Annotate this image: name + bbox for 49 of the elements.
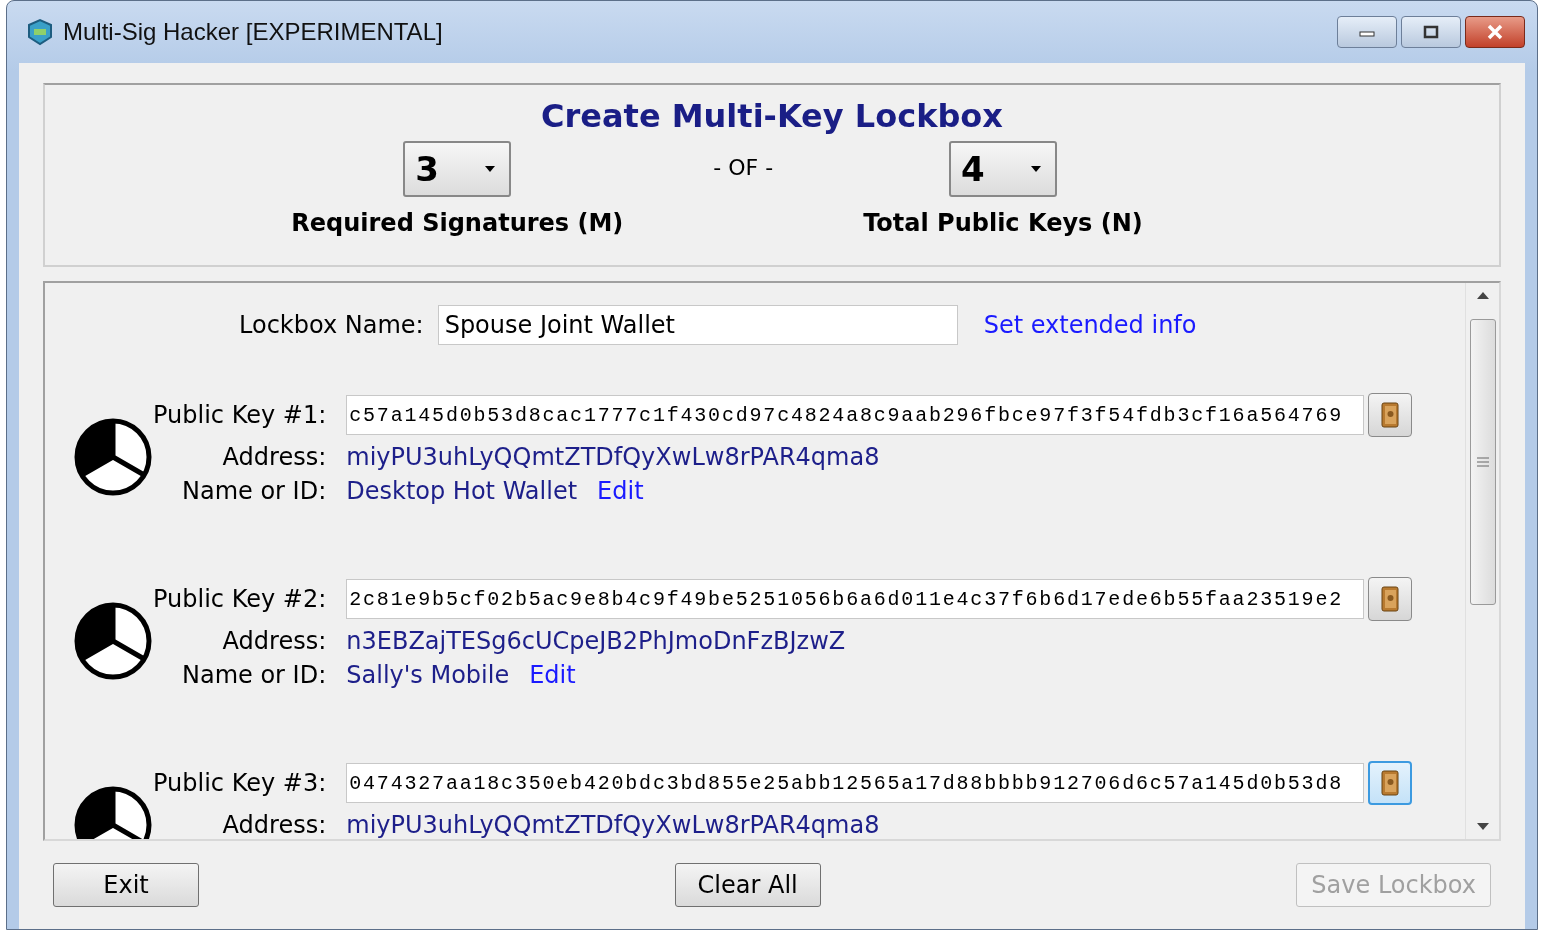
public-key-label: Public Key #2: — [153, 585, 327, 613]
scroll-up-icon[interactable] — [1476, 291, 1489, 299]
scrollbar[interactable] — [1465, 283, 1499, 839]
key-name: Sally's Mobile — [346, 661, 510, 689]
address-book-button[interactable] — [1368, 393, 1413, 437]
address-text: n3EBZajTESg6cUCpeJB2PhJmoDnFzBJzwZ — [346, 627, 847, 655]
address-book-icon — [1380, 586, 1401, 612]
address-text: miyPU3uhLyQQmtZTDfQyXwLw8rPAR4qma8 — [346, 443, 881, 471]
address-label: Address: — [221, 811, 327, 839]
key-name: Desktop Hot Wallet — [346, 477, 578, 505]
caret-icon — [485, 166, 496, 172]
address-label: Address: — [221, 627, 327, 655]
edit-link[interactable]: Edit — [529, 661, 576, 689]
maximize-icon — [1421, 25, 1441, 39]
close-icon — [1485, 24, 1505, 40]
close-button[interactable] — [1465, 16, 1525, 48]
maximize-button[interactable] — [1401, 16, 1461, 48]
signatures-dropdown[interactable]: 3 — [403, 141, 512, 197]
public-key-field[interactable]: 2c81e9b5cf02b5ac9e8b4c9f49be5251056b6a6d011e4c37f6b6d17ede6b55faa23519e2 — [346, 579, 1365, 619]
lockbox-name-label: Lockbox Name: — [239, 311, 424, 339]
lockbox-name-field[interactable]: Spouse Joint Wallet — [437, 305, 958, 345]
keys-dropdown[interactable]: 4 — [948, 141, 1057, 197]
pie-icon — [73, 601, 153, 681]
address-book-icon — [1380, 402, 1401, 428]
scroll-down-icon[interactable] — [1476, 823, 1489, 831]
public-key-field[interactable]: 0474327aa18c350eb420bdc3bd855e25abb12565a17d88bbbb912706d6c57a145d0b53d8 — [346, 763, 1365, 803]
extended-info-link[interactable]: Set extended info — [983, 311, 1197, 339]
keys-label: Total Public Keys (N) — [863, 209, 1143, 237]
address-book-button[interactable] — [1368, 761, 1413, 805]
dialog-heading: Create Multi-Key Lockbox — [541, 97, 1003, 135]
address-text: miyPU3uhLyQQmtZTDfQyXwLw8rPAR4qma8 — [346, 811, 881, 839]
caret-icon — [1030, 166, 1041, 172]
pie-icon — [73, 417, 153, 497]
address-book-icon — [1380, 770, 1401, 796]
public-key-field[interactable]: c57a145d0b53d8cac1777c1f430cd97c4824a8c9aab296fbce97f3f54fdb3cf16a564769 — [346, 395, 1365, 435]
signatures-label: Required Signatures (M) — [291, 209, 624, 237]
public-key-label: Public Key #1: — [153, 401, 327, 429]
window-title: Multi-Sig Hacker [EXPERIMENTAL] — [63, 18, 443, 46]
of-label: - OF - — [712, 155, 775, 180]
edit-link[interactable]: Edit — [597, 477, 644, 505]
dialog-button[interactable]: Clear All — [674, 863, 821, 907]
address-label: Address: — [221, 443, 327, 471]
name-label: Name or ID: — [181, 477, 327, 505]
app-icon — [25, 17, 55, 47]
name-label: Name or ID: — [181, 661, 327, 689]
grip-icon — [1476, 457, 1489, 467]
dialog-button[interactable]: Exit — [53, 863, 199, 907]
public-key-label: Public Key #3: — [153, 769, 327, 797]
address-book-button[interactable] — [1368, 577, 1413, 621]
